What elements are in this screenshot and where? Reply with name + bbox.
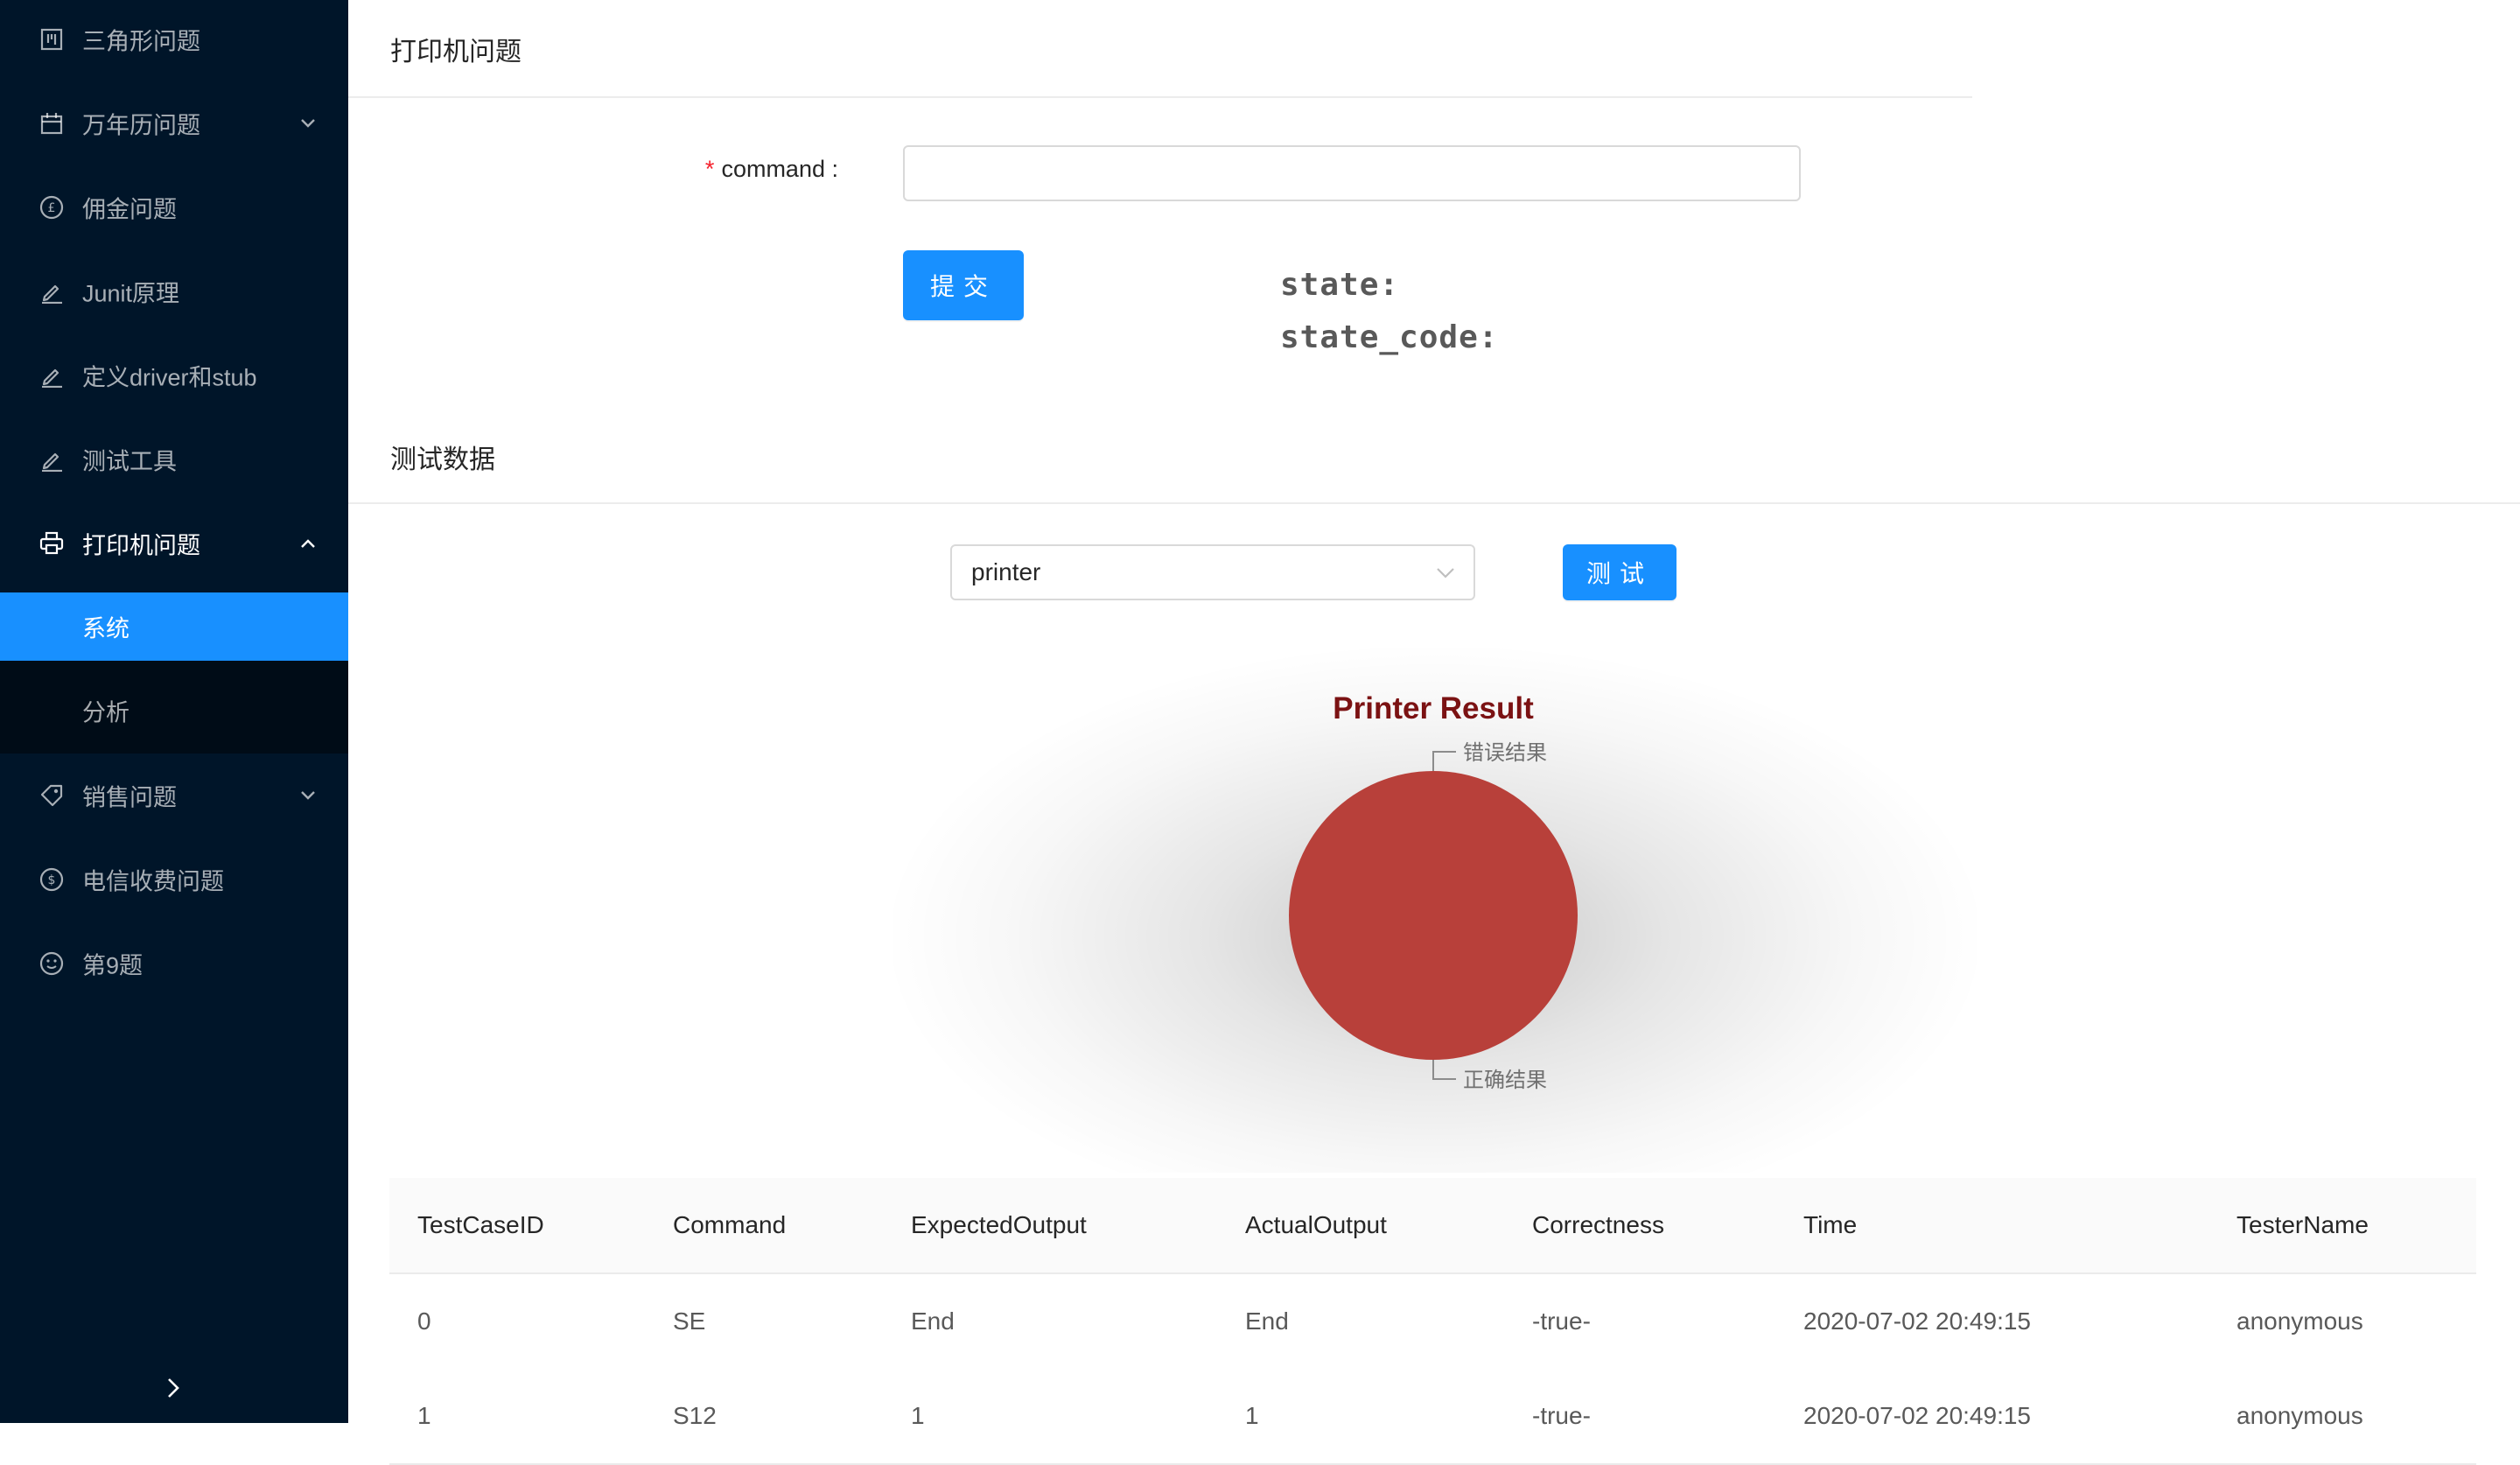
calendar-icon [38, 110, 65, 137]
table-cell: End [1245, 1307, 1289, 1335]
pie-chart: Printer Result 错误结果 正确结果 [892, 648, 1978, 1173]
table-cell: 2020-07-02 20:49:15 [1803, 1307, 2031, 1335]
submit-button[interactable]: 提交 [903, 250, 1024, 320]
main-content: 打印机问题 * command : 提交 state: state_code: 测… [348, 0, 2520, 1465]
pie-slice-label: 错误结果 [1463, 740, 1547, 765]
chevron-down-icon [1435, 562, 1456, 583]
chevron-down-icon [299, 787, 317, 804]
dataset-select[interactable]: printer [950, 544, 1475, 600]
table-row[interactable]: 1 S12 1 1 -true- 2020-07-02 20:49:15 ano… [389, 1369, 2476, 1465]
table-cell: 2020-07-02 20:49:15 [1803, 1402, 2031, 1429]
smile-icon [38, 950, 65, 977]
sidebar: 三角形问题 万年历问题 £ 佣金问题 Junit原理 定义driver和stub… [0, 0, 348, 1423]
column-header[interactable]: Time [1803, 1211, 1857, 1239]
sidebar-item-triangle[interactable]: 三角形问题 [0, 5, 348, 74]
column-header[interactable]: ExpectedOutput [911, 1211, 1087, 1239]
svg-text:$: $ [48, 873, 56, 887]
sidebar-item-junit[interactable]: Junit原理 [0, 257, 348, 326]
sidebar-item-label: Junit原理 [82, 280, 180, 307]
printer-submenu: 系统 分析 [0, 592, 348, 754]
submenu-item-system[interactable]: 系统 [0, 592, 348, 661]
dollar-icon: $ [38, 866, 65, 893]
sidebar-item-label: 三角形问题 [82, 28, 200, 55]
column-header[interactable]: TestCaseID [417, 1211, 544, 1239]
submenu-item-label: 分析 [82, 699, 130, 726]
sidebar-item-label: 销售问题 [82, 784, 177, 811]
sidebar-item-calendar[interactable]: 万年历问题 [0, 89, 348, 158]
column-header[interactable]: TesterName [2236, 1211, 2369, 1239]
table-cell: anonymous [2236, 1307, 2363, 1335]
submit-button-label: 提交 [929, 273, 997, 300]
tag-icon [38, 782, 65, 809]
sidebar-collapse-button[interactable] [158, 1374, 189, 1405]
pie-slice-label: 正确结果 [1463, 1068, 1547, 1092]
table-cell: 1 [1245, 1402, 1259, 1429]
command-input[interactable] [903, 145, 1801, 201]
dataset-select-value: printer [971, 558, 1041, 585]
pie-label-line [1432, 1060, 1456, 1080]
sidebar-item-label: 打印机问题 [82, 532, 200, 559]
table-cell: End [911, 1307, 955, 1335]
sidebar-item-label: 电信收费问题 [82, 868, 224, 895]
chevron-down-icon [299, 115, 317, 132]
table-cell: -true- [1532, 1307, 1591, 1335]
sidebar-item-label: 定义driver和stub [82, 364, 257, 391]
table-cell: anonymous [2236, 1402, 2363, 1429]
state-label: state: [1280, 267, 1400, 303]
sidebar-item-commission[interactable]: £ 佣金问题 [0, 173, 348, 242]
sidebar-item-question-9[interactable]: 第9题 [0, 929, 348, 998]
table-cell: SE [673, 1307, 706, 1335]
table-row[interactable]: 0 SE End End -true- 2020-07-02 20:49:15 … [389, 1274, 2476, 1370]
command-label-text: command [721, 156, 825, 182]
form-card-title: 打印机问题 [390, 38, 522, 67]
table-cell: -true- [1532, 1402, 1591, 1429]
submenu-item-label: 系统 [82, 615, 130, 642]
pie-label-line [1432, 751, 1456, 771]
project-icon [38, 26, 65, 53]
printer-icon [38, 530, 65, 557]
sidebar-item-label: 第9题 [82, 952, 144, 979]
sidebar-item-printer[interactable]: 打印机问题 [0, 509, 348, 578]
table-cell: 0 [417, 1307, 431, 1335]
column-header[interactable]: ActualOutput [1245, 1211, 1387, 1239]
chevron-up-icon [299, 535, 317, 552]
chevron-right-icon [166, 1377, 180, 1404]
table-cell: 1 [417, 1402, 431, 1429]
label-colon: : [824, 156, 838, 182]
test-card-divider [348, 502, 2520, 504]
svg-text:£: £ [48, 201, 56, 215]
sidebar-item-label: 佣金问题 [82, 196, 177, 223]
required-mark: * [704, 156, 715, 182]
test-button-label: 测试 [1586, 560, 1653, 587]
pound-icon: £ [38, 194, 65, 221]
sidebar-item-sales[interactable]: 销售问题 [0, 761, 348, 830]
command-label: * command : [348, 156, 838, 183]
edit-icon [38, 362, 65, 389]
submenu-item-analysis[interactable]: 分析 [0, 676, 348, 745]
sidebar-item-test-tools[interactable]: 测试工具 [0, 425, 348, 494]
table-header: TestCaseID Command ExpectedOutput Actual… [389, 1178, 2476, 1274]
sidebar-item-label: 万年历问题 [82, 112, 200, 139]
table-cell: 1 [911, 1402, 925, 1429]
form-card-divider [348, 96, 1972, 98]
column-header[interactable]: Correctness [1532, 1211, 1664, 1239]
test-card-title: 测试数据 [390, 445, 495, 474]
test-button[interactable]: 测试 [1563, 544, 1676, 600]
sidebar-item-driver-stub[interactable]: 定义driver和stub [0, 341, 348, 410]
column-header[interactable]: Command [673, 1211, 786, 1239]
table-cell: S12 [673, 1402, 717, 1429]
state-code-label: state_code: [1280, 319, 1499, 355]
sidebar-item-telecom[interactable]: $ 电信收费问题 [0, 845, 348, 914]
edit-icon [38, 446, 65, 473]
pie-chart-svg: 错误结果正确结果 [1289, 740, 1578, 1092]
edit-icon [38, 278, 65, 305]
sidebar-item-label: 测试工具 [82, 448, 177, 475]
pie-slice[interactable] [1289, 771, 1578, 1060]
